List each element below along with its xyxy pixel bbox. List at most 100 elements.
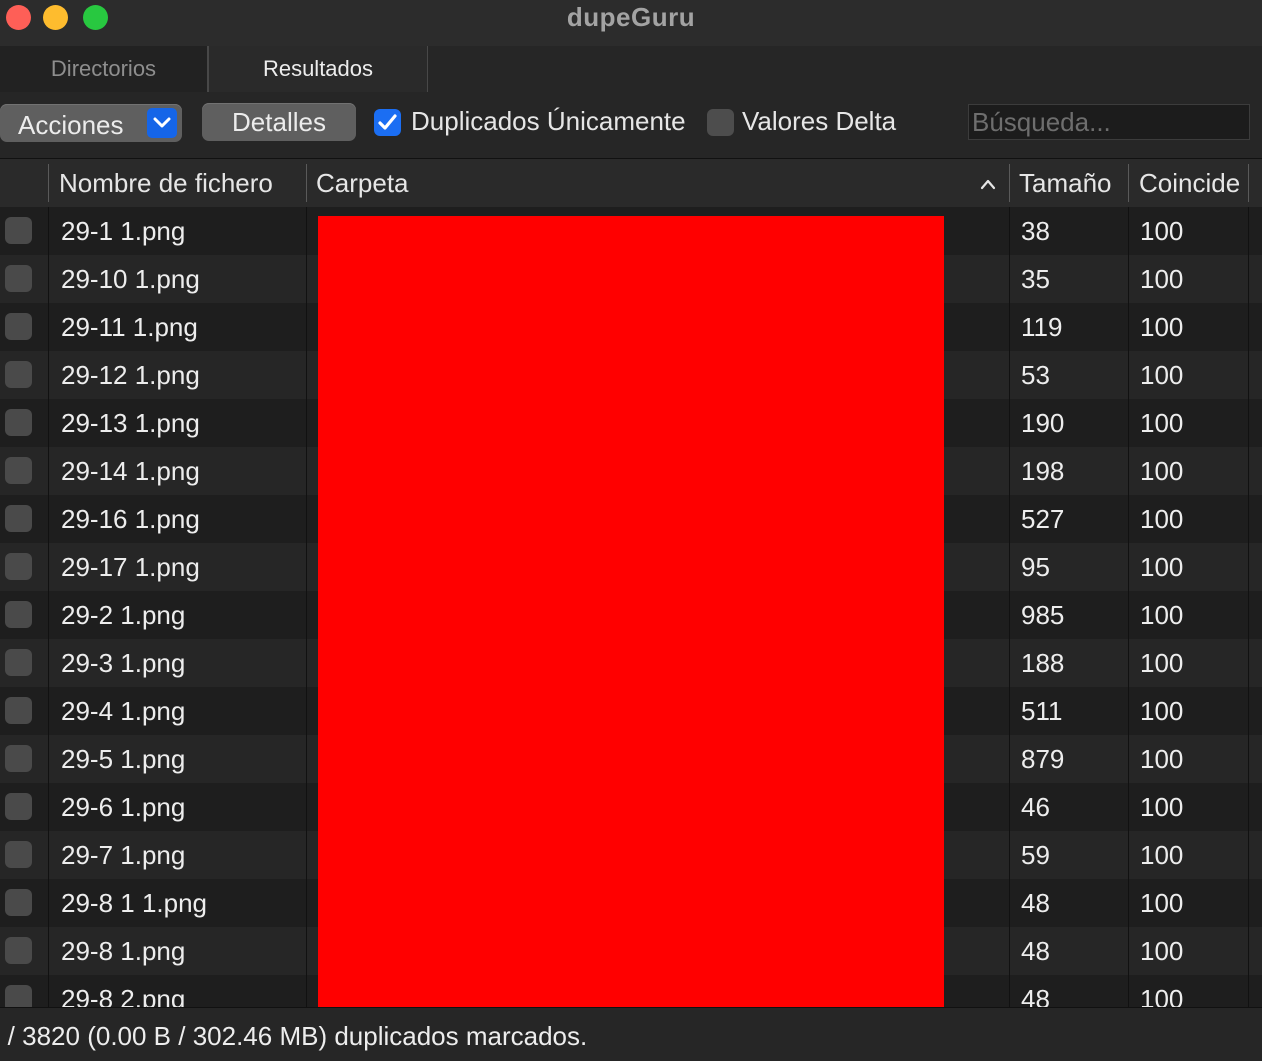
- row-mark-checkbox[interactable]: [5, 697, 32, 724]
- table-header: Nombre de fichero Carpeta Tamaño Coincid…: [0, 159, 1262, 208]
- row-filename: 29-17 1.png: [61, 552, 200, 582]
- row-mark-checkbox[interactable]: [5, 313, 32, 340]
- row-mark-checkbox[interactable]: [5, 937, 32, 964]
- row-match: 100: [1140, 840, 1184, 870]
- row-size: 48: [1021, 888, 1050, 918]
- column-divider: [1128, 207, 1129, 1007]
- row-size: 119: [1021, 312, 1063, 342]
- row-mark-checkbox[interactable]: [5, 745, 32, 772]
- row-match: 100: [1140, 744, 1184, 774]
- column-divider: [48, 207, 49, 1007]
- column-separator[interactable]: [1009, 164, 1010, 202]
- row-match: 100: [1140, 312, 1184, 342]
- tab-results[interactable]: Resultados: [208, 46, 428, 92]
- row-size: 48: [1021, 936, 1050, 966]
- dupes-only-checkbox[interactable]: [374, 109, 401, 136]
- row-filename: 29-14 1.png: [61, 456, 200, 486]
- row-filename: 29-1 1.png: [61, 216, 186, 246]
- row-mark-checkbox[interactable]: [5, 505, 32, 532]
- row-filename: 29-13 1.png: [61, 408, 200, 438]
- row-mark-checkbox[interactable]: [5, 553, 32, 580]
- row-match: 100: [1140, 600, 1184, 630]
- row-match: 100: [1140, 936, 1184, 966]
- column-header-filename[interactable]: Nombre de fichero: [59, 159, 273, 207]
- column-divider: [306, 207, 307, 1007]
- row-match: 100: [1140, 360, 1184, 390]
- row-mark-checkbox[interactable]: [5, 217, 32, 244]
- row-size: 46: [1021, 792, 1050, 822]
- row-mark-checkbox[interactable]: [5, 649, 32, 676]
- row-filename: 29-6 1.png: [61, 792, 186, 822]
- tab-directories[interactable]: Directorios: [0, 46, 208, 92]
- row-match: 100: [1140, 504, 1184, 534]
- row-size: 35: [1021, 264, 1050, 294]
- row-size: 198: [1021, 456, 1065, 486]
- row-size: 48: [1021, 984, 1050, 1007]
- column-header-match[interactable]: Coincide: [1139, 159, 1240, 207]
- column-separator[interactable]: [1128, 164, 1129, 202]
- row-mark-checkbox[interactable]: [5, 409, 32, 436]
- row-size: 95: [1021, 552, 1050, 582]
- column-divider: [1248, 207, 1249, 1007]
- column-separator[interactable]: [306, 164, 307, 202]
- row-match: 100: [1140, 408, 1184, 438]
- row-match: 100: [1140, 264, 1184, 294]
- row-mark-checkbox[interactable]: [5, 793, 32, 820]
- column-header-size[interactable]: Tamaño: [1019, 159, 1112, 207]
- details-button[interactable]: Detalles: [202, 103, 356, 141]
- window-title: dupeGuru: [566, 2, 696, 32]
- delta-values-label[interactable]: Valores Delta: [742, 106, 896, 137]
- row-mark-checkbox[interactable]: [5, 265, 32, 292]
- sort-ascending-icon: [980, 179, 996, 190]
- row-match: 100: [1140, 456, 1184, 486]
- row-filename: 29-10 1.png: [61, 264, 200, 294]
- status-bar: 0 / 3820 (0.00 B / 302.46 MB) duplicados…: [0, 1007, 1262, 1061]
- delta-values-checkbox[interactable]: [707, 109, 734, 136]
- row-size: 190: [1021, 408, 1065, 438]
- column-divider: [1009, 207, 1010, 1007]
- row-match: 100: [1140, 648, 1184, 678]
- row-mark-checkbox[interactable]: [5, 457, 32, 484]
- actions-popup-button[interactable]: Acciones: [0, 104, 182, 142]
- row-filename: 29-16 1.png: [61, 504, 200, 534]
- tab-bar: Directorios Resultados: [0, 46, 1262, 93]
- row-size: 188: [1021, 648, 1065, 678]
- column-separator[interactable]: [1248, 164, 1249, 202]
- checkmark-icon: [378, 114, 397, 130]
- dupes-only-label[interactable]: Duplicados Únicamente: [411, 106, 686, 137]
- row-size: 985: [1021, 600, 1065, 630]
- row-filename: 29-5 1.png: [61, 744, 186, 774]
- row-filename: 29-3 1.png: [61, 648, 186, 678]
- row-filename: 29-8 1 1.png: [61, 888, 208, 918]
- row-match: 100: [1140, 552, 1184, 582]
- row-filename: 29-2 1.png: [61, 600, 186, 630]
- title-bar: dupeGuru: [0, 0, 1262, 47]
- row-match: 100: [1140, 696, 1184, 726]
- row-filename: 29-4 1.png: [61, 696, 186, 726]
- search-input[interactable]: [968, 104, 1250, 140]
- actions-label: Acciones: [18, 110, 124, 140]
- column-separator[interactable]: [48, 164, 49, 202]
- row-size: 38: [1021, 216, 1050, 246]
- row-filename: 29-8 2.png: [61, 984, 186, 1007]
- row-size: 59: [1021, 840, 1050, 870]
- row-size: 53: [1021, 360, 1050, 390]
- row-match: 100: [1140, 984, 1184, 1007]
- row-match: 100: [1140, 888, 1184, 918]
- row-mark-checkbox[interactable]: [5, 841, 32, 868]
- row-filename: 29-12 1.png: [61, 360, 200, 390]
- row-mark-checkbox[interactable]: [5, 889, 32, 916]
- row-mark-checkbox[interactable]: [5, 361, 32, 388]
- row-mark-checkbox[interactable]: [5, 985, 32, 1007]
- row-match: 100: [1140, 792, 1184, 822]
- row-size: 511: [1021, 696, 1063, 726]
- column-header-folder[interactable]: Carpeta: [316, 159, 409, 207]
- row-match: 100: [1140, 216, 1184, 246]
- row-filename: 29-8 1.png: [61, 936, 186, 966]
- row-filename: 29-7 1.png: [61, 840, 186, 870]
- redacted-folder-column: [318, 216, 944, 1007]
- status-text: 0 / 3820 (0.00 B / 302.46 MB) duplicados…: [0, 1021, 588, 1051]
- chevron-down-icon: [147, 108, 177, 138]
- row-mark-checkbox[interactable]: [5, 601, 32, 628]
- row-size: 879: [1021, 744, 1065, 774]
